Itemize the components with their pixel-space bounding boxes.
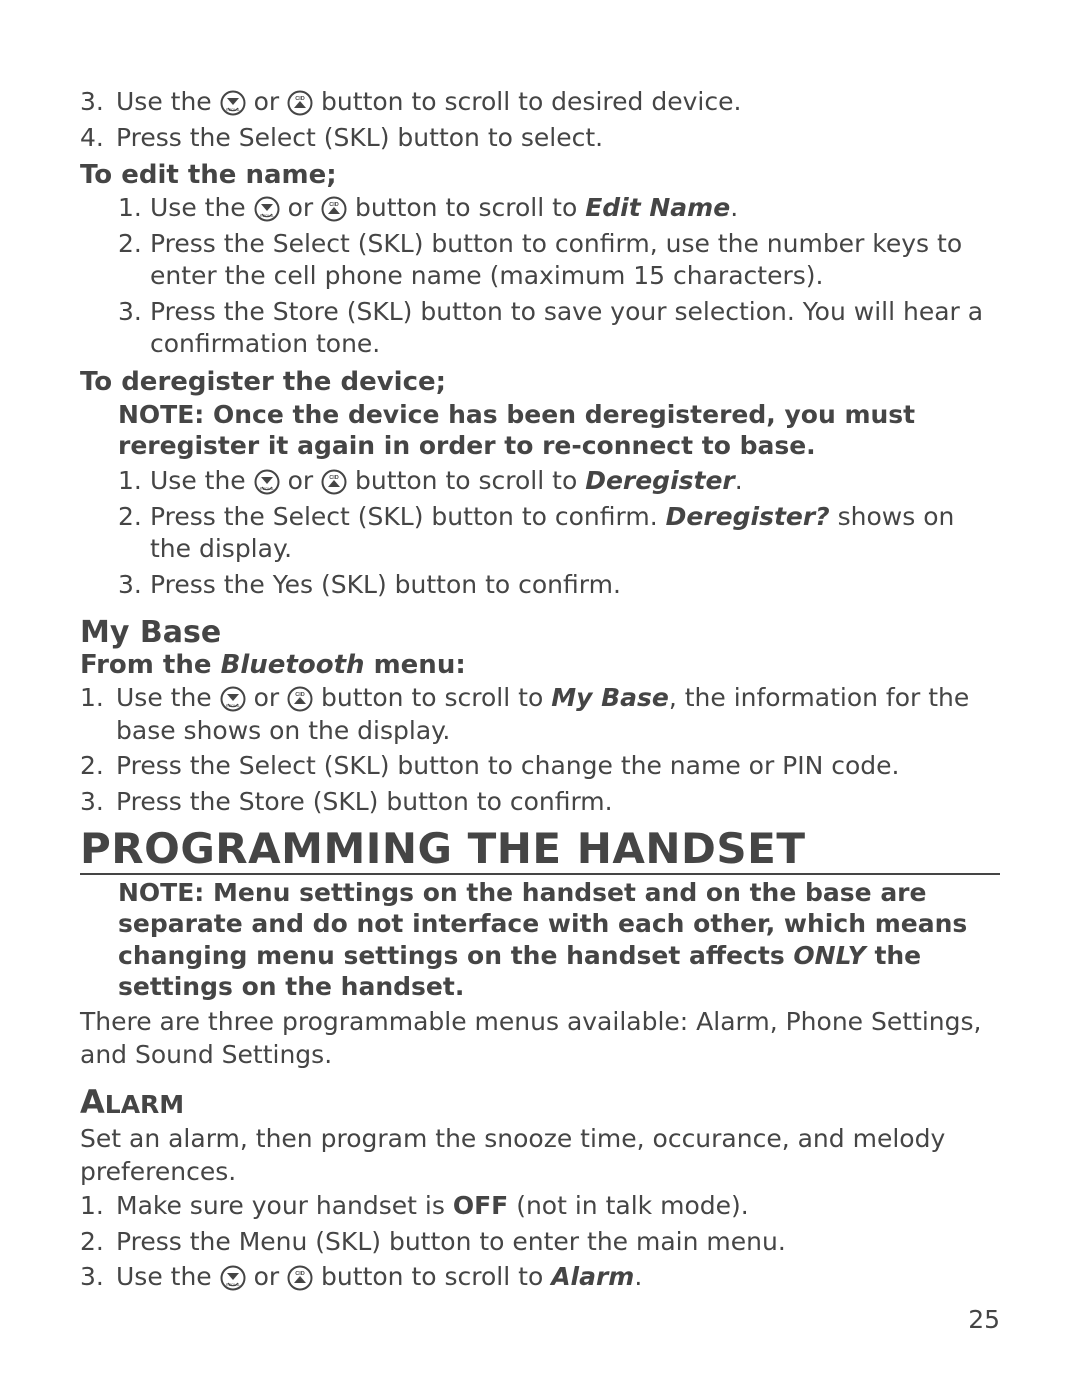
list-text: Press the Select (SKL) button to select. — [116, 122, 603, 155]
up-cid-icon — [287, 1265, 313, 1291]
up-cid-icon — [287, 686, 313, 712]
heading-my-base: My Base — [80, 615, 1000, 650]
list-item: 2. Press the Menu (SKL) button to enter … — [80, 1226, 1000, 1259]
down-redial-icon — [220, 90, 246, 116]
list-number: 2. — [118, 501, 150, 566]
list-text: Use the or button to scroll to My Base, … — [116, 682, 1000, 747]
list-item: 1. Make sure your handset is OFF (not in… — [80, 1190, 1000, 1223]
list-item: 3. Press the Yes (SKL) button to confirm… — [118, 569, 1000, 602]
alarm-list: 1. Make sure your handset is OFF (not in… — [80, 1190, 1000, 1294]
note-programming: NOTE: Menu settings on the handset and o… — [80, 877, 1000, 1002]
deregister-list: 1. Use the or button to scroll to Deregi… — [80, 465, 1000, 601]
up-cid-icon — [321, 196, 347, 222]
edit-name-list: 1. Use the or button to scroll to Edit N… — [80, 192, 1000, 361]
list-text: Press the Yes (SKL) button to confirm. — [150, 569, 621, 602]
list-text: Use the or button to scroll to Deregiste… — [150, 465, 743, 498]
list-number: 3. — [80, 1261, 116, 1294]
body-programming: There are three programmable menus avail… — [80, 1006, 1000, 1071]
list-number: 2. — [118, 228, 150, 293]
down-redial-icon — [254, 469, 280, 495]
subheading-deregister: To deregister the device; — [80, 367, 1000, 397]
list-item: 3. Use the or button to scroll to desire… — [80, 86, 1000, 119]
list-number: 4. — [80, 122, 116, 155]
page-number: 25 — [968, 1305, 1000, 1334]
body-alarm: Set an alarm, then program the snooze ti… — [80, 1123, 1000, 1188]
subheading-edit-name: To edit the name; — [80, 160, 1000, 190]
list-number: 3. — [80, 786, 116, 819]
list-number: 3. — [80, 86, 116, 119]
list-text: Use the or button to scroll to Edit Name… — [150, 192, 738, 225]
list-number: 1. — [80, 1190, 116, 1223]
note-deregister: NOTE: Once the device has been deregiste… — [80, 399, 1000, 462]
list-item: 2. Press the Select (SKL) button to conf… — [118, 228, 1000, 293]
heading-alarm: ALARM — [80, 1083, 1000, 1121]
list-text: Make sure your handset is OFF (not in ta… — [116, 1190, 749, 1223]
list-item: 4. Press the Select (SKL) button to sele… — [80, 122, 1000, 155]
down-redial-icon — [220, 686, 246, 712]
down-redial-icon — [254, 196, 280, 222]
heading-programming-handset: PROGRAMMING THE HANDSET — [80, 824, 1000, 875]
up-cid-icon — [287, 90, 313, 116]
list-item: 1. Use the or button to scroll to Edit N… — [118, 192, 1000, 225]
list-text: Press the Store (SKL) button to save you… — [150, 296, 1000, 361]
list-item: 3. Press the Store (SKL) button to confi… — [80, 786, 1000, 819]
my-base-list: 1. Use the or button to scroll to My Bas… — [80, 682, 1000, 818]
list-text: Press the Store (SKL) button to confirm. — [116, 786, 613, 819]
list-item: 1. Use the or button to scroll to Deregi… — [118, 465, 1000, 498]
list-item: 2. Press the Select (SKL) button to conf… — [118, 501, 1000, 566]
list-text: Press the Menu (SKL) button to enter the… — [116, 1226, 786, 1259]
up-cid-icon — [321, 469, 347, 495]
list-text: Press the Select (SKL) button to confirm… — [150, 501, 1000, 566]
list-text: Use the or button to scroll to Alarm. — [116, 1261, 642, 1294]
top-ordered-list: 3. Use the or button to scroll to desire… — [80, 86, 1000, 154]
list-number: 1. — [118, 465, 150, 498]
list-number: 3. — [118, 296, 150, 361]
list-number: 1. — [118, 192, 150, 225]
list-text: Use the or button to scroll to desired d… — [116, 86, 741, 119]
list-item: 3. Use the or button to scroll to Alarm. — [80, 1261, 1000, 1294]
list-number: 2. — [80, 750, 116, 783]
subheading-from-bluetooth: From the Bluetooth menu: — [80, 650, 1000, 680]
list-number: 1. — [80, 682, 116, 747]
list-text: Press the Select (SKL) button to confirm… — [150, 228, 1000, 293]
list-number: 2. — [80, 1226, 116, 1259]
down-redial-icon — [220, 1265, 246, 1291]
list-item: 3. Press the Store (SKL) button to save … — [118, 296, 1000, 361]
list-text: Press the Select (SKL) button to change … — [116, 750, 900, 783]
list-item: 1. Use the or button to scroll to My Bas… — [80, 682, 1000, 747]
list-number: 3. — [118, 569, 150, 602]
list-item: 2. Press the Select (SKL) button to chan… — [80, 750, 1000, 783]
manual-page: 3. Use the or button to scroll to desire… — [0, 0, 1080, 1374]
